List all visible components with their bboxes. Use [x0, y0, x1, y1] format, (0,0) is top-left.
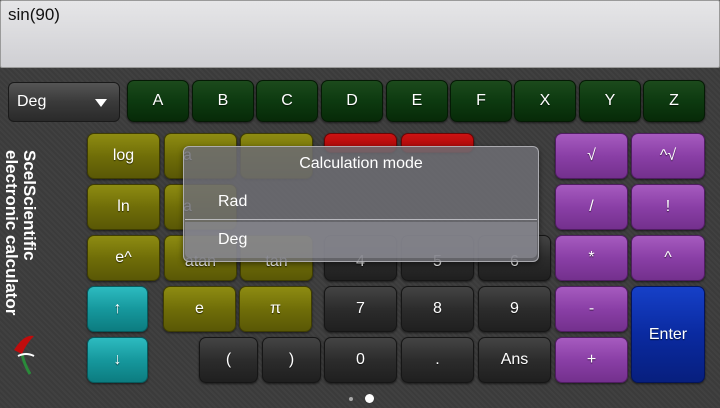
- key-left-paren[interactable]: (: [199, 337, 258, 383]
- calculation-mode-dialog: Calculation mode Rad Deg: [183, 146, 539, 262]
- key-digit-0[interactable]: 0: [324, 337, 397, 383]
- key-var-c[interactable]: C: [256, 80, 318, 122]
- expression-text: sin(90): [8, 5, 60, 24]
- key-e-power[interactable]: e^: [87, 235, 160, 281]
- key-var-a[interactable]: A: [127, 80, 189, 122]
- key-var-z[interactable]: Z: [643, 80, 705, 122]
- app-logo-icon: [14, 335, 35, 375]
- brand-text: ScelScientific electronic calculator: [2, 150, 39, 316]
- dropdown-arrow-icon: [95, 99, 107, 107]
- key-square-root[interactable]: √: [555, 133, 628, 179]
- brand-subtitle: electronic calculator: [2, 150, 21, 316]
- key-var-e[interactable]: E: [386, 80, 448, 122]
- key-divide[interactable]: /: [555, 184, 628, 230]
- key-var-d[interactable]: D: [321, 80, 383, 122]
- key-var-b[interactable]: B: [192, 80, 254, 122]
- key-log[interactable]: log: [87, 133, 160, 179]
- key-digit-9[interactable]: 9: [478, 286, 551, 332]
- mode-option-deg[interactable]: Deg: [185, 222, 537, 258]
- angle-mode-dropdown[interactable]: Deg: [8, 82, 120, 122]
- key-plus[interactable]: +: [555, 337, 628, 383]
- page-dot-2-active[interactable]: [365, 394, 374, 403]
- key-pi[interactable]: π: [239, 286, 312, 332]
- page-dot-1[interactable]: [349, 397, 353, 401]
- key-factorial[interactable]: !: [631, 184, 705, 230]
- dialog-title: Calculation mode: [299, 155, 423, 172]
- key-history-up[interactable]: ↑: [87, 286, 148, 332]
- key-history-down[interactable]: ↓: [87, 337, 148, 383]
- key-e-constant[interactable]: e: [163, 286, 236, 332]
- key-digit-8[interactable]: 8: [401, 286, 474, 332]
- key-var-y[interactable]: Y: [579, 80, 641, 122]
- page-indicator: [0, 392, 720, 406]
- key-right-paren[interactable]: ): [262, 337, 321, 383]
- key-decimal-point[interactable]: .: [401, 337, 474, 383]
- key-digit-7[interactable]: 7: [324, 286, 397, 332]
- key-answer[interactable]: Ans: [478, 337, 551, 383]
- expression-display[interactable]: sin(90): [0, 0, 720, 68]
- mode-option-rad[interactable]: Rad: [185, 184, 537, 220]
- key-minus[interactable]: -: [555, 286, 628, 332]
- key-var-x[interactable]: X: [514, 80, 576, 122]
- key-multiply[interactable]: *: [555, 235, 628, 281]
- key-nth-root[interactable]: ^√: [631, 133, 705, 179]
- angle-mode-value: Deg: [17, 93, 47, 110]
- key-ln[interactable]: ln: [87, 184, 160, 230]
- key-power[interactable]: ^: [631, 235, 705, 281]
- key-enter[interactable]: Enter: [631, 286, 705, 383]
- brand-title: ScelScientific: [20, 150, 39, 261]
- key-var-f[interactable]: F: [450, 80, 512, 122]
